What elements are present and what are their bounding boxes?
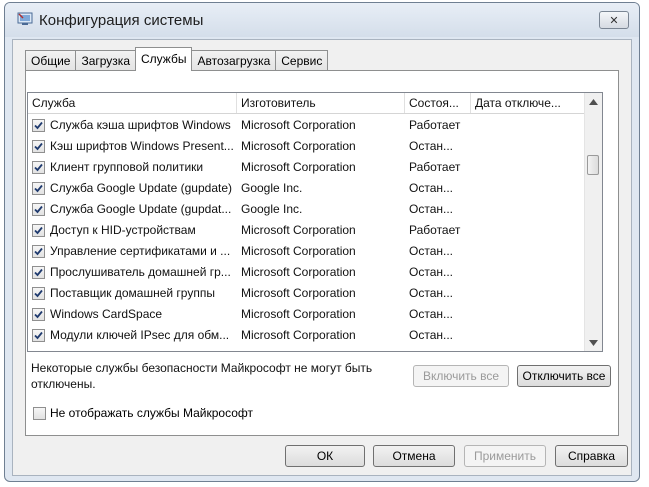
cancel-button[interactable]: Отмена bbox=[373, 445, 455, 467]
service-status: Работает bbox=[409, 160, 461, 174]
column-header-status[interactable]: Состоя... bbox=[405, 93, 471, 113]
service-row[interactable]: Клиент групповой политики Microsoft Corpo… bbox=[28, 157, 586, 178]
service-checkbox[interactable] bbox=[32, 140, 45, 153]
service-row[interactable]: Служба Google Update (gupdat... Google In… bbox=[28, 199, 586, 220]
service-manufacturer: Microsoft Corporation bbox=[241, 139, 356, 153]
service-status: Остан... bbox=[409, 286, 453, 300]
service-row[interactable]: Windows CardSpace Microsoft Corporation Ос… bbox=[28, 304, 586, 325]
service-status: Работает bbox=[409, 223, 461, 237]
service-name: Управление сертификатами и ... bbox=[50, 244, 231, 258]
tab-tools[interactable]: Сервис bbox=[275, 50, 329, 71]
service-manufacturer: Google Inc. bbox=[241, 181, 303, 195]
service-manufacturer: Microsoft Corporation bbox=[241, 118, 356, 132]
checkmark-icon bbox=[34, 226, 43, 235]
services-list[interactable]: Служба Изготовитель Состоя... Дата отклю… bbox=[27, 92, 603, 352]
checkmark-icon bbox=[34, 247, 43, 256]
service-name: Служба Google Update (gupdat... bbox=[50, 202, 232, 216]
security-services-note: Некоторые службы безопасности Майкрософт… bbox=[31, 361, 373, 391]
close-icon: ✕ bbox=[609, 14, 619, 27]
service-manufacturer: Microsoft Corporation bbox=[241, 223, 356, 237]
scroll-up-arrow-icon[interactable] bbox=[585, 93, 602, 110]
service-row[interactable]: Поставщик домашней группы Microsoft Corpo… bbox=[28, 283, 586, 304]
service-row[interactable]: Прослушиватель домашней гр... Microsoft C… bbox=[28, 262, 586, 283]
checkmark-icon bbox=[34, 331, 43, 340]
service-status: Остан... bbox=[409, 181, 453, 195]
msconfig-icon bbox=[17, 12, 33, 25]
apply-button[interactable]: Применить bbox=[464, 445, 546, 467]
service-checkbox[interactable] bbox=[32, 119, 45, 132]
checkmark-icon bbox=[34, 268, 43, 277]
service-checkbox[interactable] bbox=[32, 287, 45, 300]
hide-microsoft-services-option[interactable]: Не отображать службы Майкрософт bbox=[33, 405, 253, 421]
service-checkbox[interactable] bbox=[32, 266, 45, 279]
service-row[interactable]: Кэш шрифтов Windows Present... Microsoft … bbox=[28, 136, 586, 157]
service-name: Служба кэша шрифтов Windows bbox=[50, 118, 231, 132]
hide-microsoft-services-label: Не отображать службы Майкрософт bbox=[50, 406, 254, 420]
service-manufacturer: Google Inc. bbox=[241, 202, 303, 216]
checkmark-icon bbox=[34, 205, 43, 214]
service-checkbox[interactable] bbox=[32, 245, 45, 258]
service-checkbox[interactable] bbox=[32, 308, 45, 321]
tab-strip: Общие Загрузка Службы Автозагрузка Серви… bbox=[25, 47, 329, 71]
service-manufacturer: Microsoft Corporation bbox=[241, 286, 356, 300]
checkmark-icon bbox=[34, 163, 43, 172]
column-header-disabled-date[interactable]: Дата отключе... bbox=[471, 93, 586, 113]
tab-services[interactable]: Службы bbox=[135, 47, 193, 71]
service-manufacturer: Microsoft Corporation bbox=[241, 307, 356, 321]
tab-general[interactable]: Общие bbox=[25, 50, 77, 71]
service-status: Остан... bbox=[409, 265, 453, 279]
service-name: Поставщик домашней группы bbox=[50, 286, 215, 300]
checkmark-icon bbox=[34, 310, 43, 319]
service-name: Модули ключей IPsec для обм... bbox=[50, 328, 230, 342]
close-button[interactable]: ✕ bbox=[599, 11, 629, 29]
service-row[interactable]: Служба Google Update (gupdate) Google Inc… bbox=[28, 178, 586, 199]
system-configuration-window: Конфигурация системы ✕ Общие Загрузка Сл… bbox=[4, 2, 640, 482]
service-manufacturer: Microsoft Corporation bbox=[241, 160, 356, 174]
service-status: Остан... bbox=[409, 244, 453, 258]
service-name: Windows CardSpace bbox=[50, 307, 163, 321]
checkmark-icon bbox=[34, 121, 43, 130]
service-row[interactable]: Управление сертификатами и ... Microsoft … bbox=[28, 241, 586, 262]
checkmark-icon bbox=[34, 184, 43, 193]
service-status: Остан... bbox=[409, 328, 453, 342]
service-manufacturer: Microsoft Corporation bbox=[241, 328, 356, 342]
column-header-service[interactable]: Служба bbox=[28, 93, 237, 113]
service-row[interactable]: Доступ к HID-устройствам Microsoft Corpor… bbox=[28, 220, 586, 241]
column-header-manufacturer[interactable]: Изготовитель bbox=[237, 93, 405, 113]
service-checkbox[interactable] bbox=[32, 329, 45, 342]
service-row[interactable]: Служба кэша шрифтов Windows Microsoft Cor… bbox=[28, 115, 586, 136]
service-name: Служба Google Update (gupdate) bbox=[50, 181, 232, 195]
enable-all-button[interactable]: Включить все bbox=[413, 365, 509, 387]
hide-microsoft-services-checkbox[interactable] bbox=[33, 406, 46, 420]
disable-all-button[interactable]: Отключить все bbox=[517, 365, 611, 387]
service-status: Остан... bbox=[409, 307, 453, 321]
service-name: Клиент групповой политики bbox=[50, 160, 204, 174]
service-checkbox[interactable] bbox=[32, 182, 45, 195]
service-status: Работает bbox=[409, 118, 461, 132]
service-status: Остан... bbox=[409, 202, 453, 216]
service-checkbox[interactable] bbox=[32, 203, 45, 216]
service-row[interactable]: Модули ключей IPsec для обм... Microsoft … bbox=[28, 325, 586, 346]
service-name: Доступ к HID-устройствам bbox=[50, 223, 196, 237]
tab-boot[interactable]: Загрузка bbox=[75, 50, 136, 71]
list-header: Служба Изготовитель Состоя... Дата отклю… bbox=[28, 93, 586, 114]
service-checkbox[interactable] bbox=[32, 224, 45, 237]
service-manufacturer: Microsoft Corporation bbox=[241, 265, 356, 279]
checkmark-icon bbox=[34, 289, 43, 298]
scroll-thumb[interactable] bbox=[587, 155, 599, 175]
service-manufacturer: Microsoft Corporation bbox=[241, 244, 356, 258]
service-name: Кэш шрифтов Windows Present... bbox=[50, 139, 234, 153]
service-status: Остан... bbox=[409, 139, 453, 153]
ok-button[interactable]: ОК bbox=[285, 445, 365, 467]
tab-startup[interactable]: Автозагрузка bbox=[191, 50, 277, 71]
scroll-down-arrow-icon[interactable] bbox=[585, 334, 602, 351]
window-title: Конфигурация системы bbox=[39, 12, 204, 29]
checkmark-icon bbox=[34, 142, 43, 151]
service-checkbox[interactable] bbox=[32, 161, 45, 174]
help-button[interactable]: Справка bbox=[555, 445, 628, 467]
service-name: Прослушиватель домашней гр... bbox=[50, 265, 231, 279]
dialog-body: Общие Загрузка Службы Автозагрузка Серви… bbox=[12, 39, 632, 476]
title-bar[interactable]: Конфигурация системы ✕ bbox=[5, 3, 639, 37]
vertical-scrollbar[interactable] bbox=[584, 93, 602, 351]
